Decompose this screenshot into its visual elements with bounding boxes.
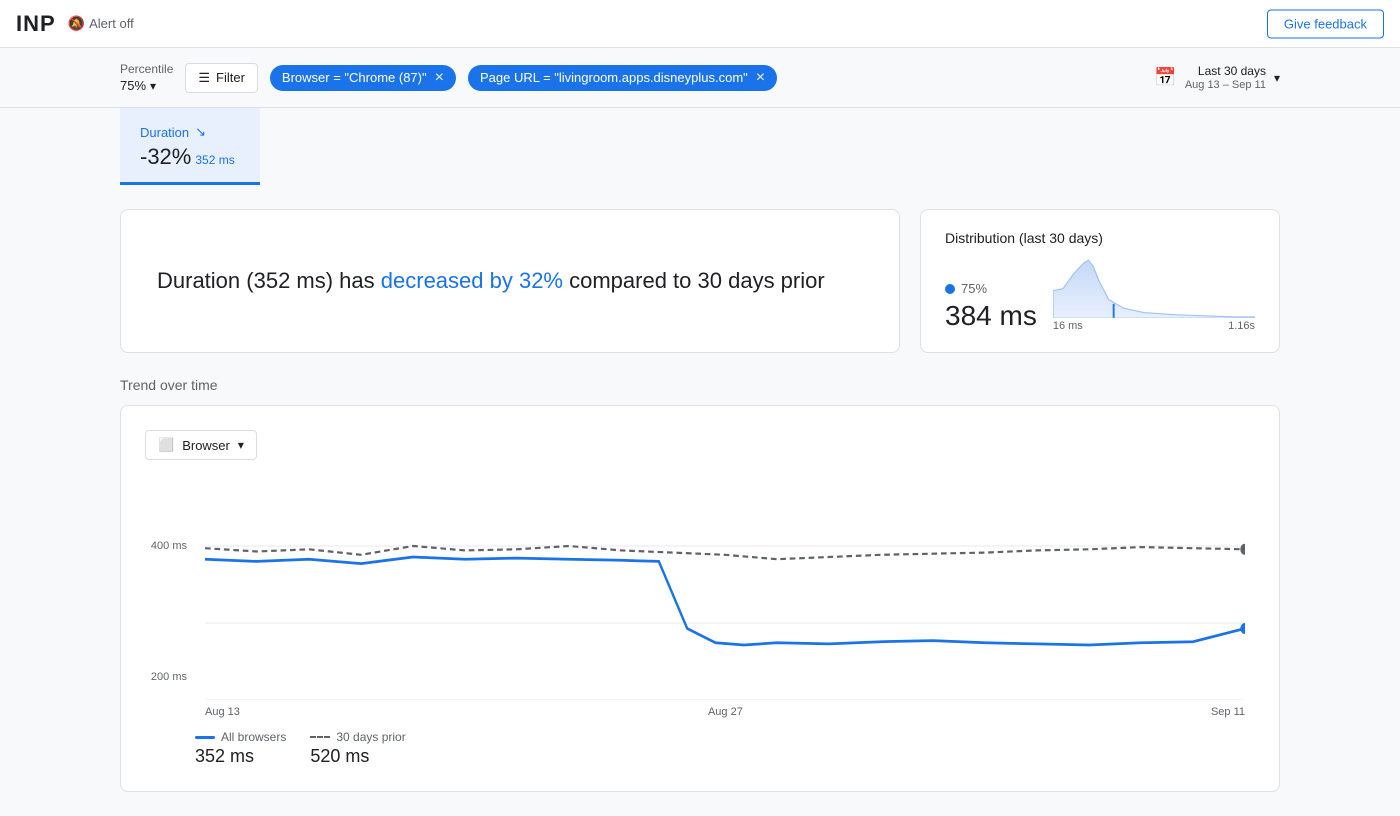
browser-dropdown-icon: ⬜ — [158, 437, 174, 453]
filter-button[interactable]: ☰ Filter — [185, 63, 258, 93]
browser-dropdown-label: Browser — [182, 438, 230, 453]
filter-label: Filter — [216, 70, 245, 85]
main-content: Duration (352 ms) has decreased by 32% c… — [0, 185, 1400, 816]
percentile-chevron-icon: ▾ — [150, 79, 156, 93]
tab-metric-value: 352 ms — [195, 153, 234, 167]
dist-axis-left: 16 ms — [1053, 320, 1083, 332]
dist-value: 384 ms — [945, 300, 1037, 332]
headline-pre: Duration (352 ms) has — [157, 268, 381, 293]
date-range-selector[interactable]: 📅 Last 30 days Aug 13 – Sep 11 ▾ — [1154, 64, 1280, 91]
x-label-sep11: Sep 11 — [1211, 706, 1245, 718]
browser-dropdown[interactable]: ⬜ Browser ▾ — [145, 430, 257, 460]
alert-off-indicator[interactable]: 🔕 Alert off — [68, 15, 134, 32]
dist-chart-area: 16 ms 1.16s — [1053, 258, 1255, 332]
percentile-label: Percentile — [120, 62, 173, 76]
summary-row: Duration (352 ms) has decreased by 32% c… — [120, 209, 1280, 353]
trend-over-time-label: Trend over time — [120, 377, 1280, 393]
tab-trend-icon: ↘ — [195, 124, 206, 140]
legend-dashed-line — [310, 736, 330, 738]
inp-badge: INP — [16, 11, 56, 37]
date-range-sub: Aug 13 – Sep 11 — [1185, 79, 1266, 91]
trend-over-time-section: Trend over time ⬜ Browser ▾ 400 ms 200 m… — [120, 377, 1280, 792]
give-feedback-button[interactable]: Give feedback — [1267, 9, 1384, 38]
alert-bell-icon: 🔕 — [68, 15, 85, 32]
chart-container: Aug 13 Aug 27 Sep 11 All browsers 352 ms — [195, 480, 1255, 767]
chart-wrapper: 400 ms 200 ms — [145, 480, 1255, 767]
legend-30-days-prior: 30 days prior 520 ms — [310, 730, 405, 767]
dist-axis: 16 ms 1.16s — [1053, 320, 1255, 332]
trend-card: ⬜ Browser ▾ 400 ms 200 ms — [120, 405, 1280, 792]
headline-card: Duration (352 ms) has decreased by 32% c… — [120, 209, 900, 353]
metric-tabs: Duration ↘ -32% 352 ms — [0, 108, 1400, 185]
dist-percentile-row: 75% — [945, 281, 1037, 296]
browser-dropdown-chevron-icon: ▾ — [238, 438, 244, 452]
url-chip-text: Page URL = "livingroom.apps.disneyplus.c… — [480, 70, 748, 85]
date-range-label: Last 30 days — [1198, 64, 1266, 78]
browser-filter-chip: Browser = "Chrome (87)" × — [270, 65, 456, 91]
calendar-icon: 📅 — [1154, 67, 1176, 88]
legend-all-browsers-label: All browsers — [221, 730, 286, 744]
date-chevron-icon: ▾ — [1274, 71, 1280, 85]
headline-text: Duration (352 ms) has decreased by 32% c… — [157, 266, 825, 297]
y-label-200: 200 ms — [151, 671, 187, 683]
duration-tab[interactable]: Duration ↘ -32% 352 ms — [120, 108, 260, 185]
tab-change-value: -32% — [140, 144, 191, 170]
dist-dot — [945, 284, 955, 294]
filter-bar: Percentile 75% ▾ ☰ Filter Browser = "Chr… — [0, 48, 1400, 108]
y-axis-labels: 400 ms 200 ms — [145, 480, 195, 767]
headline-highlight: decreased by 32% — [381, 268, 563, 293]
dist-left: 75% 384 ms — [945, 281, 1037, 332]
distribution-card: Distribution (last 30 days) 75% 384 ms — [920, 209, 1280, 353]
legend-all-browsers: All browsers 352 ms — [195, 730, 286, 767]
legend-prior-label: 30 days prior — [336, 730, 405, 744]
legend-all-browsers-value: 352 ms — [195, 746, 286, 767]
x-axis-labels: Aug 13 Aug 27 Sep 11 — [195, 706, 1255, 718]
dist-chart — [1053, 258, 1255, 318]
filter-icon: ☰ — [198, 70, 210, 86]
browser-chip-close-icon[interactable]: × — [435, 70, 444, 86]
percentile-value: 75% — [120, 78, 146, 93]
headline-post: compared to 30 days prior — [563, 268, 825, 293]
x-label-aug27: Aug 27 — [708, 706, 743, 718]
dist-title: Distribution (last 30 days) — [945, 230, 1255, 246]
date-range-display: Last 30 days Aug 13 – Sep 11 — [1185, 64, 1266, 91]
url-chip-close-icon[interactable]: × — [756, 70, 765, 86]
dist-percentile-label: 75% — [961, 281, 987, 296]
legend-blue-line — [195, 736, 215, 739]
dist-body: 75% 384 ms — [945, 258, 1255, 332]
legend-prior-value: 520 ms — [310, 746, 405, 767]
percentile-selector[interactable]: Percentile 75% ▾ — [120, 62, 173, 93]
browser-chip-text: Browser = "Chrome (87)" — [282, 70, 427, 85]
chart-legend: All browsers 352 ms 30 days prior 520 ms — [195, 730, 1255, 767]
y-label-400: 400 ms — [151, 540, 187, 552]
dist-axis-right: 1.16s — [1228, 320, 1255, 332]
tab-name-label: Duration — [140, 125, 189, 140]
alert-off-label: Alert off — [89, 16, 134, 31]
top-bar: INP 🔕 Alert off Give feedback — [0, 0, 1400, 48]
chart-svg-area — [205, 480, 1245, 700]
top-bar-left: INP 🔕 Alert off — [16, 11, 134, 37]
url-filter-chip: Page URL = "livingroom.apps.disneyplus.c… — [468, 65, 777, 91]
x-label-aug13: Aug 13 — [205, 706, 240, 718]
